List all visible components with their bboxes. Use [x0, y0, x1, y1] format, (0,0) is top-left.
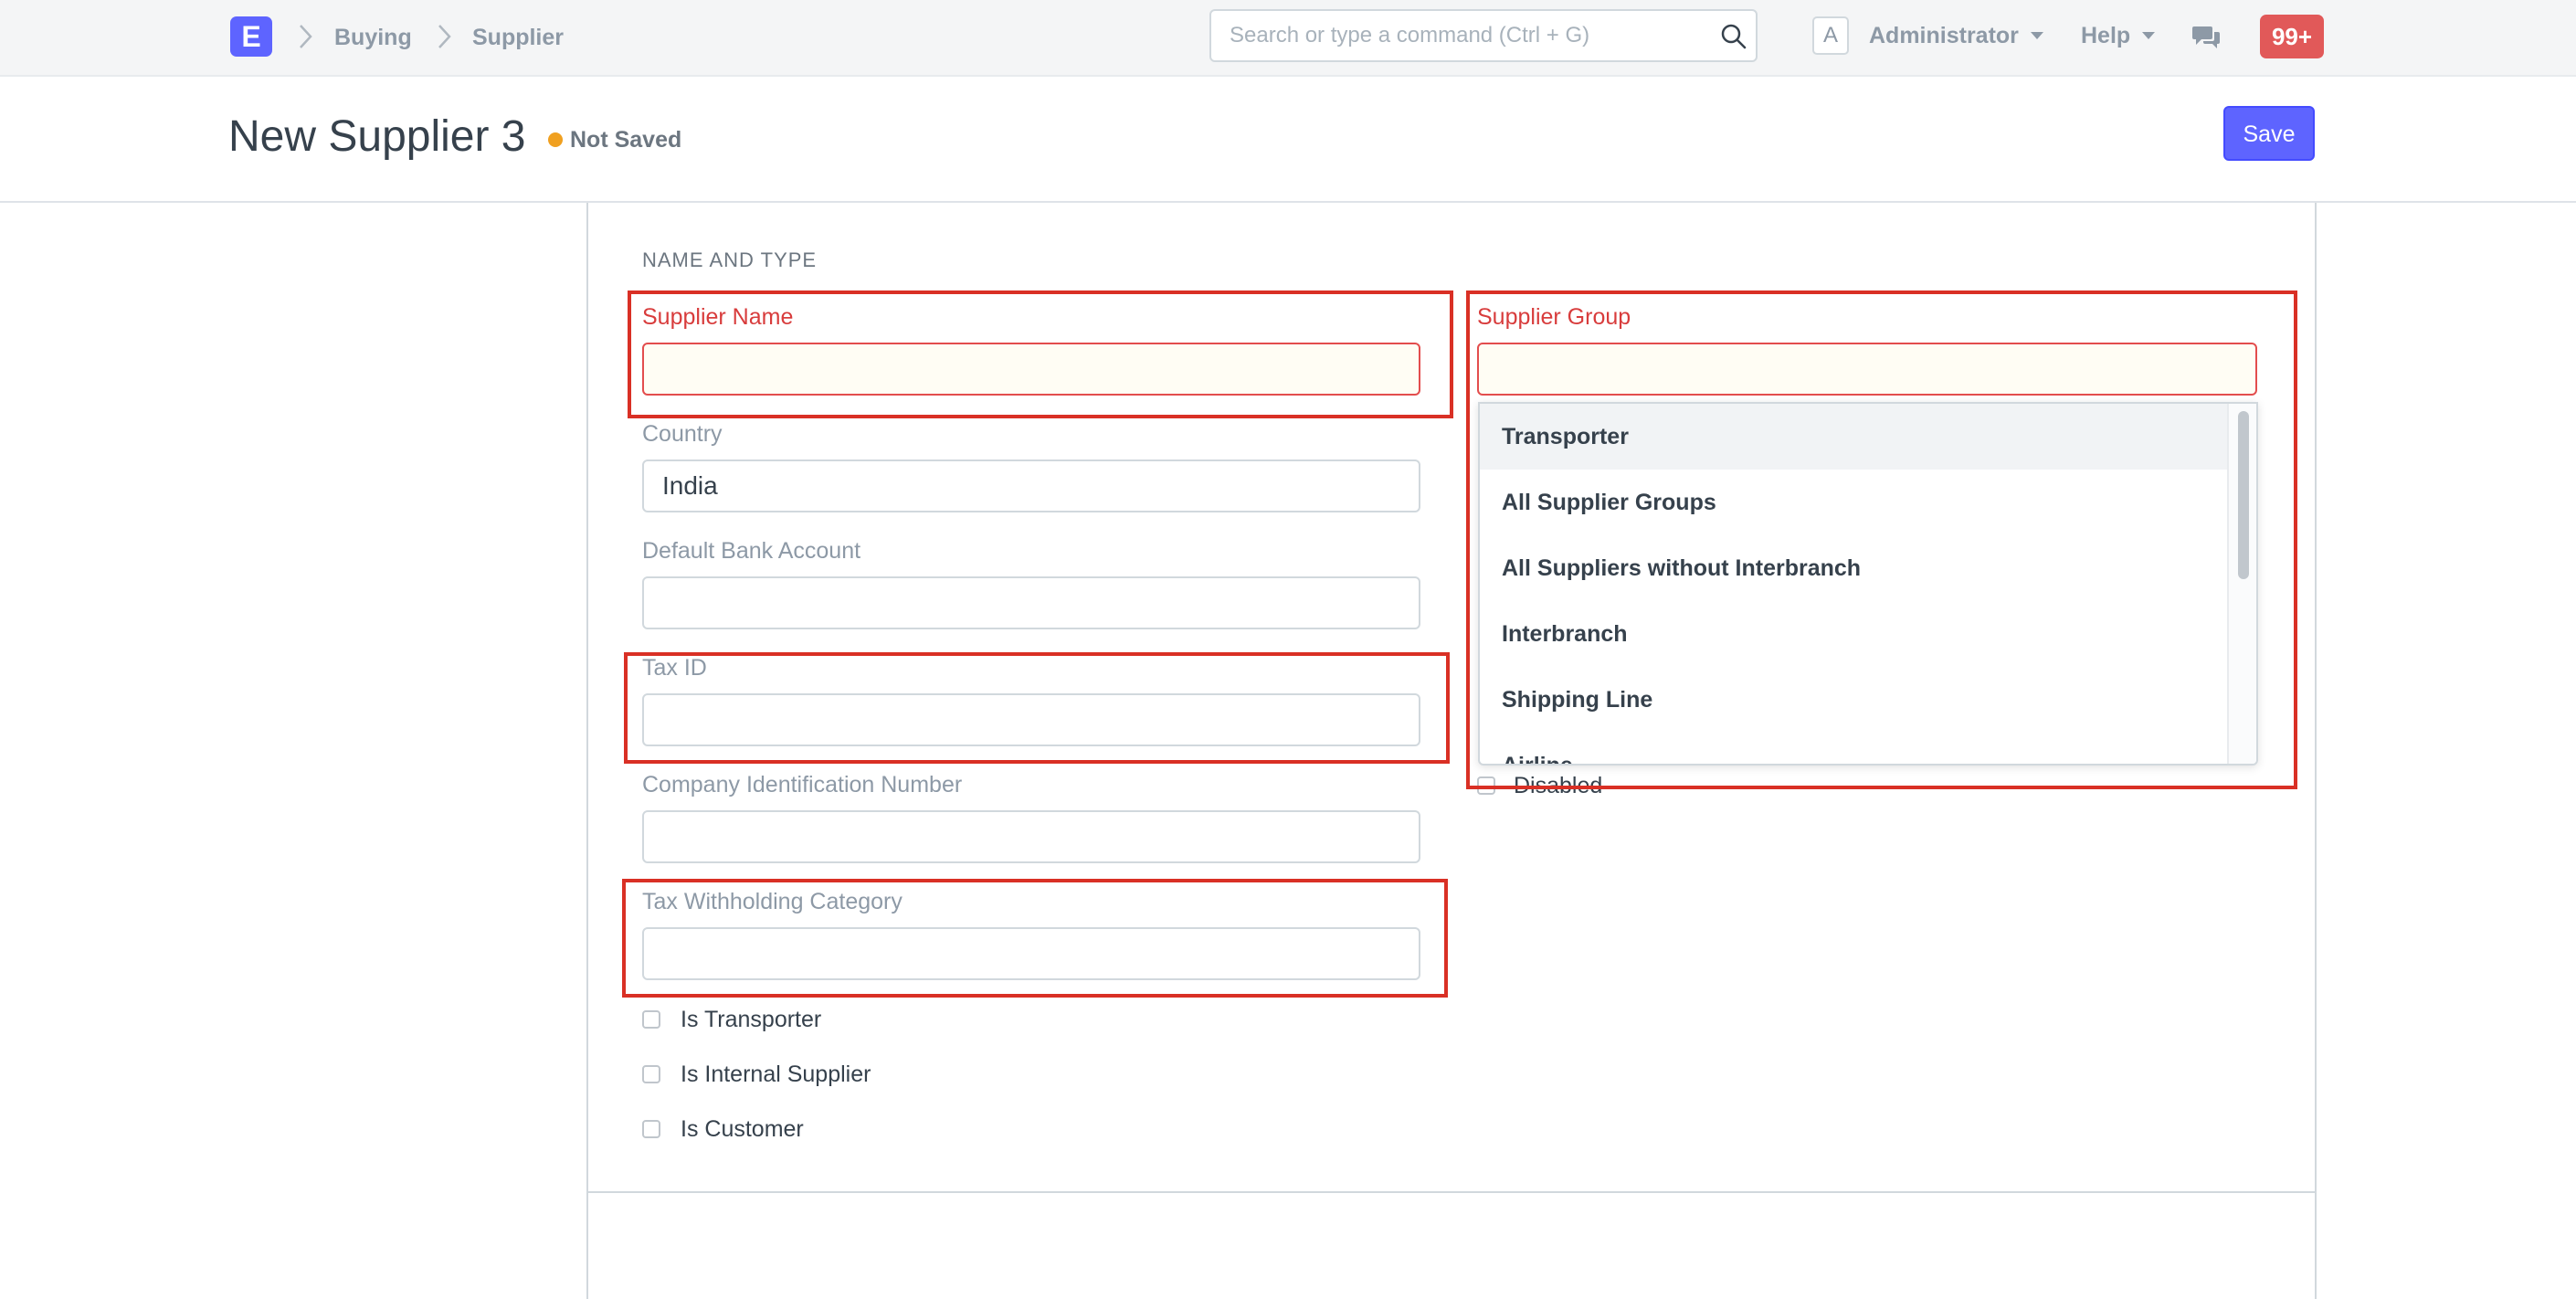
chevron-right-icon [300, 25, 312, 48]
page-head: New Supplier 3 Not Saved Save [0, 77, 2576, 203]
breadcrumb-supplier[interactable]: Supplier [472, 22, 564, 53]
checkbox-label: Is Internal Supplier [681, 1061, 871, 1087]
supplier-name-input[interactable] [642, 343, 1420, 396]
tax-id-input[interactable] [642, 693, 1420, 746]
page-title: New Supplier 3 [228, 112, 526, 161]
checkbox-label: Is Customer [681, 1116, 804, 1142]
supplier-group-input[interactable] [1477, 343, 2257, 396]
tax-id-label: Tax ID [642, 655, 707, 681]
country-input[interactable] [642, 459, 1420, 512]
default-bank-account-input[interactable] [642, 576, 1420, 629]
tax-withholding-category-input[interactable] [642, 927, 1420, 980]
checkbox[interactable] [642, 1120, 660, 1138]
dropdown-option[interactable]: All Supplier Groups [1480, 470, 2227, 535]
supplier-group-label: Supplier Group [1477, 304, 1631, 330]
search-input[interactable] [1209, 9, 1758, 62]
search-icon[interactable] [1719, 22, 1748, 51]
breadcrumb-buying[interactable]: Buying [334, 22, 412, 53]
navbar: E Buying Supplier A Administrator Help 9… [0, 0, 2576, 77]
status-badge: Not Saved [570, 127, 682, 153]
notifications-badge[interactable]: 99+ [2260, 15, 2324, 58]
tax-withholding-category-label: Tax Withholding Category [642, 889, 903, 914]
checkbox-label: Disabled [1514, 773, 1603, 798]
supplier-name-label: Supplier Name [642, 304, 794, 330]
checkbox[interactable] [642, 1065, 660, 1083]
checkbox-label: Is Transporter [681, 1007, 822, 1032]
default-bank-account-label: Default Bank Account [642, 538, 861, 564]
checkbox[interactable] [1477, 776, 1495, 795]
save-button[interactable]: Save [2223, 106, 2315, 161]
dropdown-option[interactable]: Interbranch [1480, 601, 2227, 667]
country-label: Country [642, 421, 723, 447]
scrollbar-thumb[interactable] [2238, 411, 2249, 579]
dropdown-option[interactable]: Airline [1480, 733, 2227, 764]
supplier-group-dropdown[interactable]: Transporter All Supplier Groups All Supp… [1478, 402, 2258, 766]
avatar[interactable]: A [1812, 16, 1849, 55]
chevron-right-icon [438, 25, 451, 48]
caret-down-icon [2142, 32, 2155, 39]
caret-down-icon [2031, 32, 2043, 39]
section-divider [586, 1191, 2317, 1193]
company-id-number-input[interactable] [642, 810, 1420, 863]
chat-icon[interactable] [2192, 24, 2222, 51]
section-title: NAME AND TYPE [642, 248, 818, 271]
company-id-number-label: Company Identification Number [642, 772, 963, 797]
dropdown-option[interactable]: All Suppliers without Interbranch [1480, 535, 2227, 601]
status-indicator [548, 132, 563, 147]
help-menu[interactable]: Help [2081, 20, 2130, 51]
app-logo[interactable]: E [230, 16, 272, 57]
checkbox[interactable] [642, 1010, 660, 1029]
dropdown-option[interactable]: Transporter [1480, 404, 2227, 470]
dropdown-option[interactable]: Shipping Line [1480, 667, 2227, 733]
dropdown-scrollbar[interactable] [2227, 404, 2256, 764]
user-menu[interactable]: Administrator [1869, 20, 2019, 51]
